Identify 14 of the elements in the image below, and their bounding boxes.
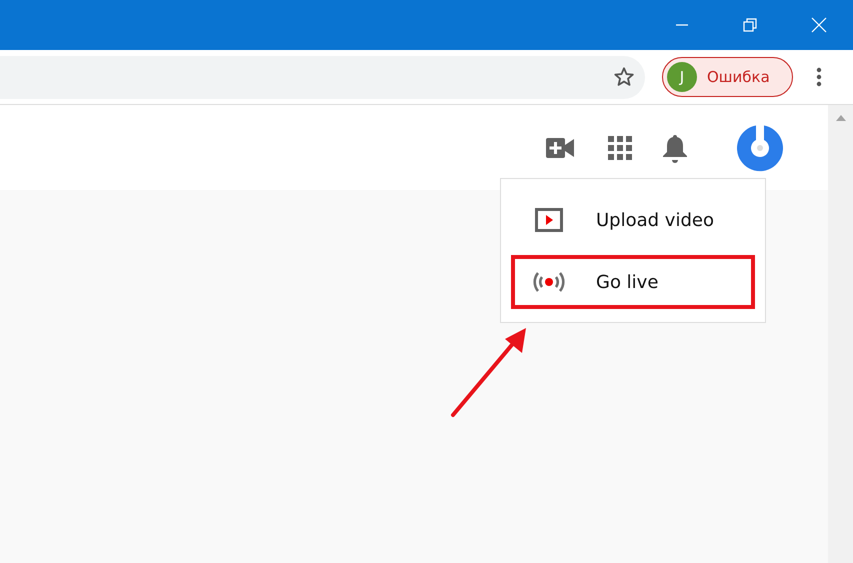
avatar-icon[interactable] [736, 124, 784, 172]
menu-item[interactable]: Go live [511, 255, 755, 309]
profile-button[interactable]: J Ошибка [662, 57, 793, 97]
apps-grid-icon[interactable] [608, 136, 632, 160]
broadcast-icon [531, 270, 567, 294]
menu-item[interactable]: Upload video [511, 197, 755, 243]
video-camera-plus-icon[interactable] [546, 138, 574, 158]
star-icon[interactable] [613, 66, 635, 88]
close-icon[interactable] [811, 17, 827, 33]
bell-icon[interactable] [662, 132, 688, 162]
profile-avatar: J [667, 62, 697, 92]
restore-icon[interactable] [743, 18, 757, 32]
scrollbar[interactable] [828, 105, 853, 563]
more-icon[interactable] [816, 67, 822, 87]
